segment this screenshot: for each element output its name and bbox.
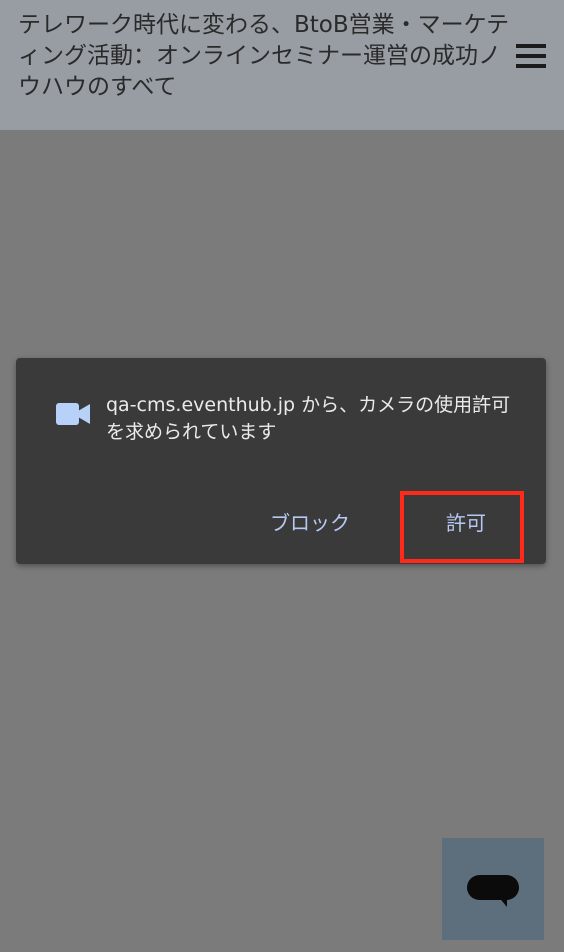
menu-line bbox=[516, 54, 546, 58]
block-button[interactable]: ブロック bbox=[258, 506, 362, 540]
video-camera-icon bbox=[56, 403, 90, 425]
site-header: テレワーク時代に変わる、BtoB営業・マーケティング活動：オンラインセミナー運営… bbox=[0, 0, 564, 130]
menu-line bbox=[516, 64, 546, 68]
page-title: テレワーク時代に変わる、BtoB営業・マーケティング活動：オンラインセミナー運営… bbox=[18, 12, 510, 100]
menu-line bbox=[516, 44, 546, 48]
chat-button[interactable] bbox=[442, 838, 544, 940]
hamburger-menu-icon[interactable] bbox=[516, 44, 546, 68]
page: テレワーク時代に変わる、BtoB営業・マーケティング活動：オンラインセミナー運営… bbox=[0, 0, 564, 952]
camera-permission-dialog: qa-cms.eventhub.jp から、カメラの使用許可を求められています … bbox=[16, 358, 546, 564]
permission-message: qa-cms.eventhub.jp から、カメラの使用許可を求められています bbox=[106, 394, 511, 443]
chat-bubble-tail bbox=[497, 895, 507, 907]
chat-bubble-icon bbox=[467, 875, 519, 900]
allow-button[interactable]: 許可 bbox=[420, 506, 512, 540]
